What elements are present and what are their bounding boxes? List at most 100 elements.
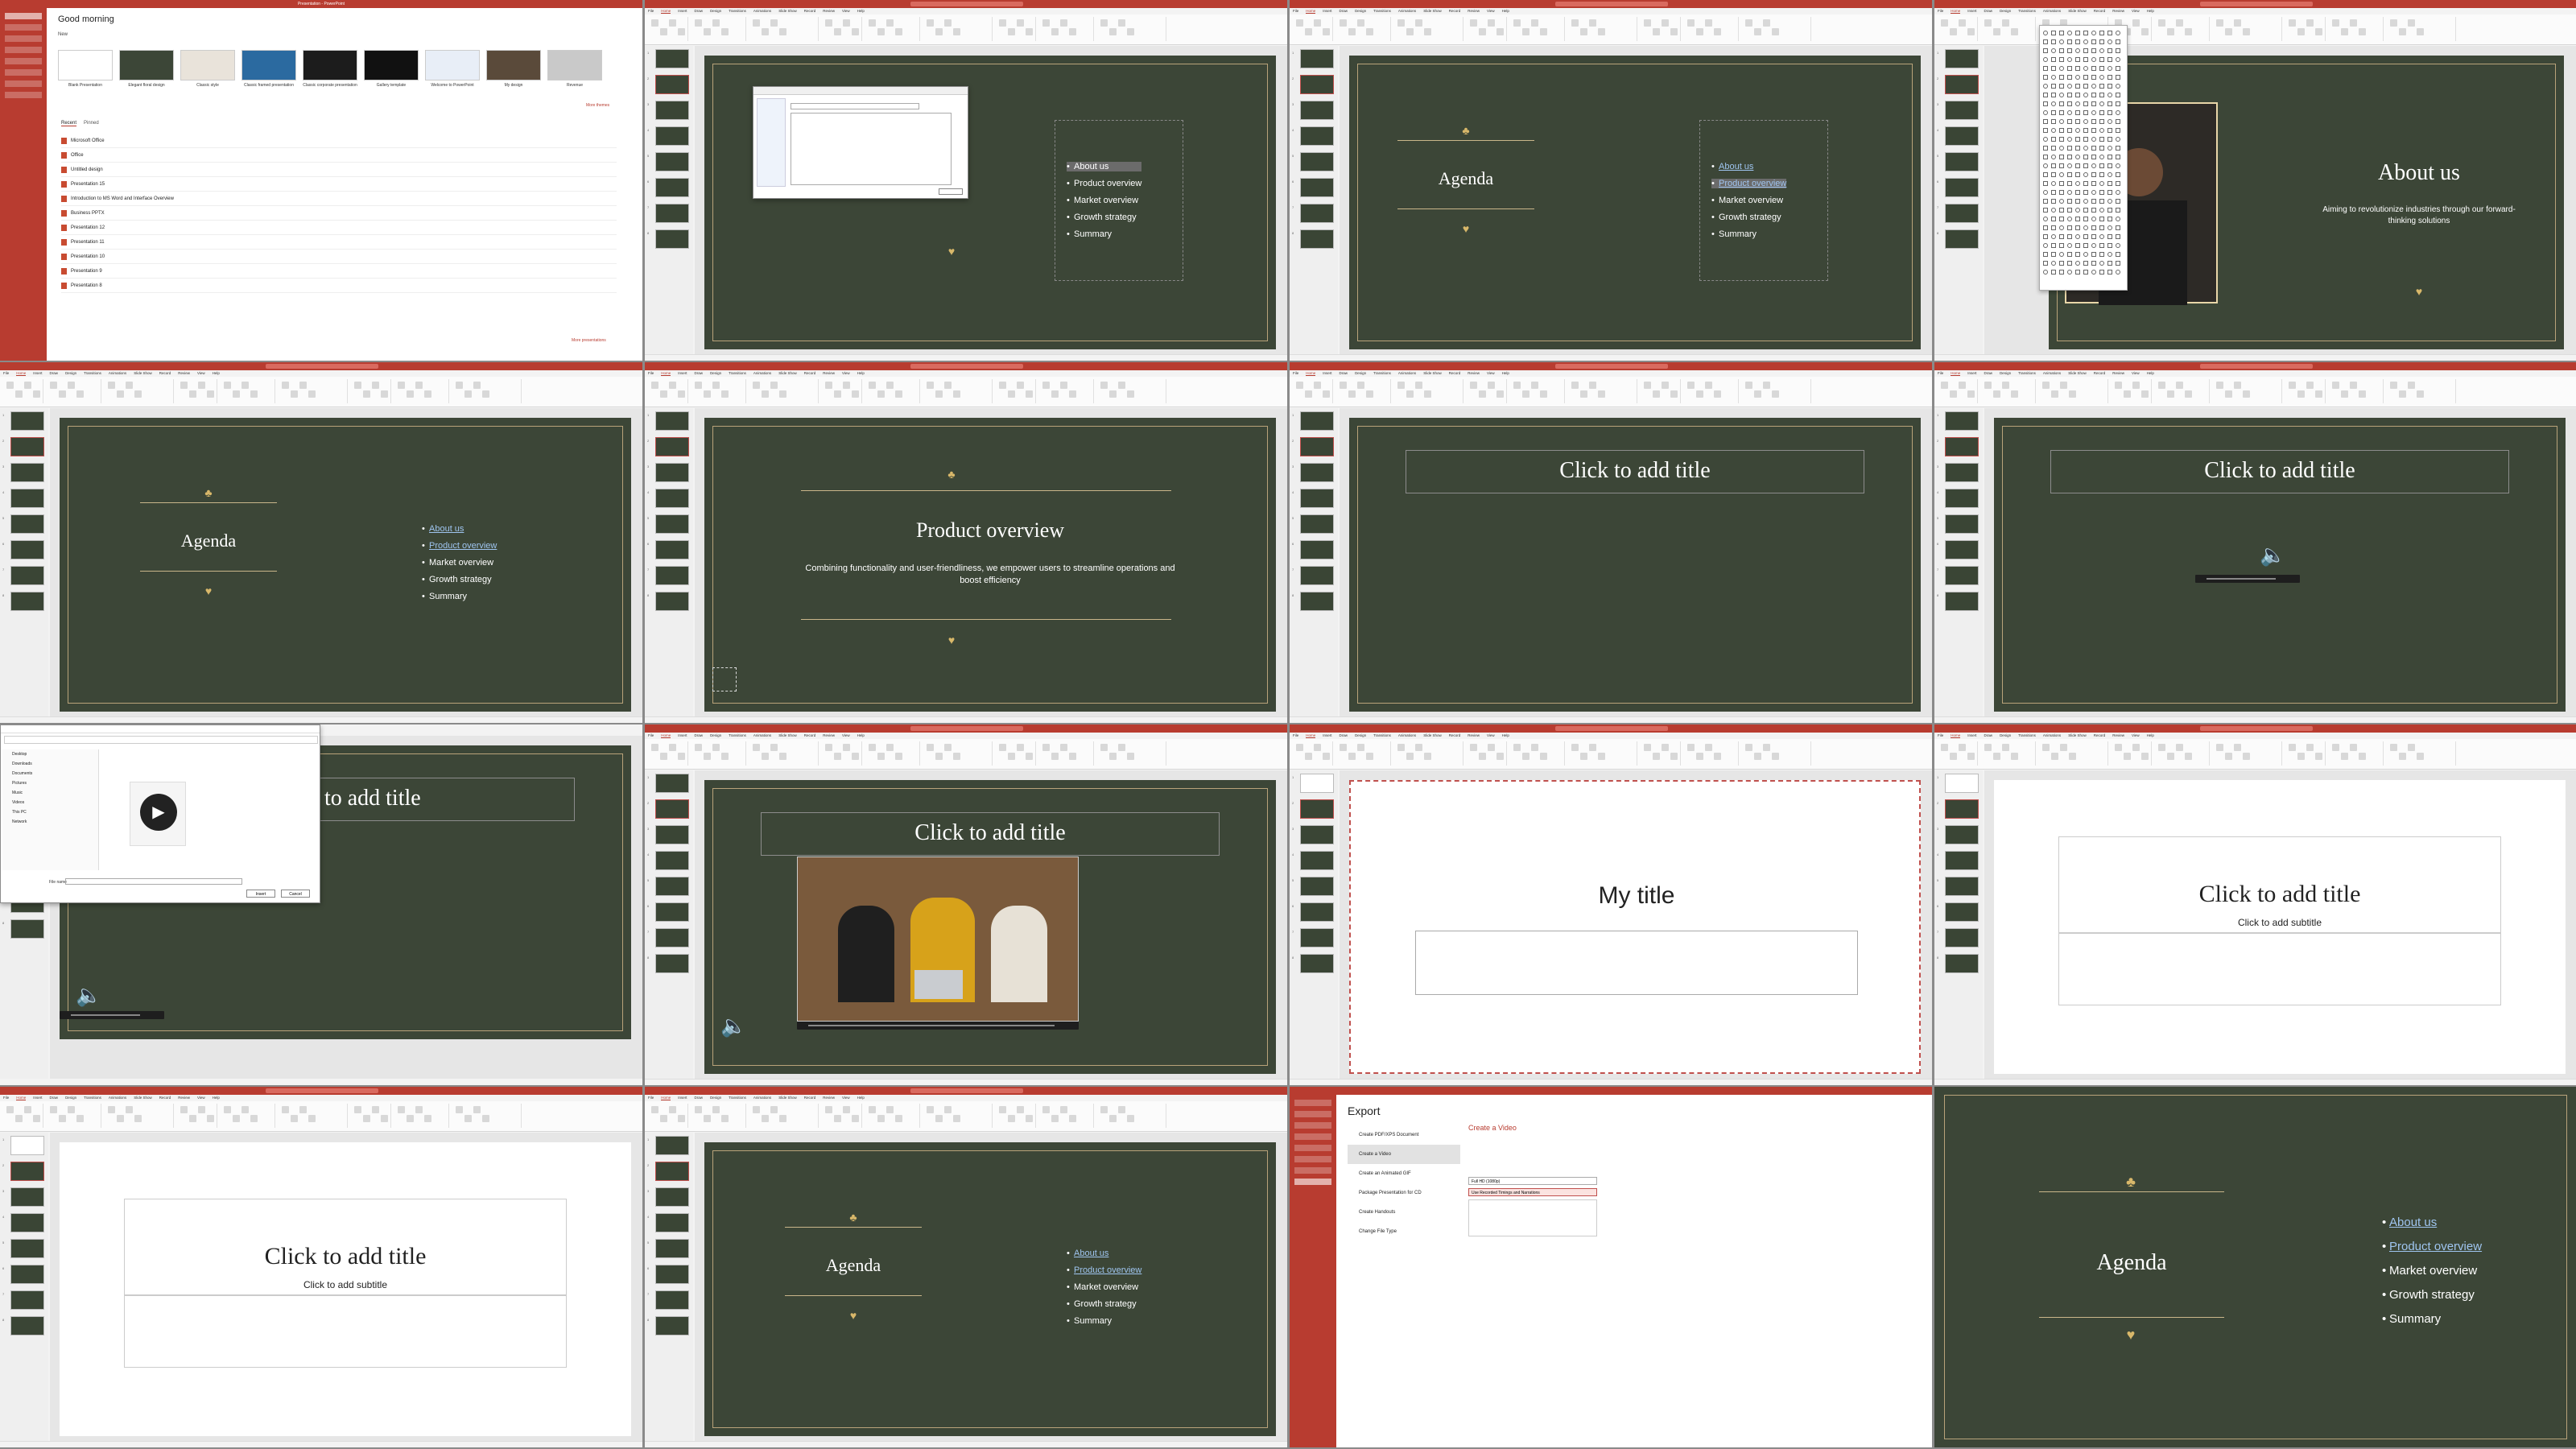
ribbon-button[interactable]: [1540, 28, 1547, 35]
ribbon-tab-file[interactable]: File: [648, 733, 654, 737]
ribbon-button[interactable]: [779, 753, 786, 760]
ribbon-tab-design[interactable]: Design: [710, 1096, 721, 1100]
ribbon-button[interactable]: [126, 382, 133, 389]
agenda-item[interactable]: Product overview: [1067, 1265, 1141, 1275]
ribbon-button[interactable]: [2234, 382, 2241, 389]
ribbon-tab-review[interactable]: Review: [178, 1096, 190, 1100]
shape-option[interactable]: [2083, 208, 2088, 213]
speaker-icon[interactable]: 🔈: [2260, 543, 2285, 568]
ribbon-tab-transitions[interactable]: Transitions: [2018, 371, 2036, 375]
ribbon-button[interactable]: [2234, 744, 2241, 751]
ribbon-tab-transitions[interactable]: Transitions: [1373, 371, 1391, 375]
shape-option[interactable]: [2075, 172, 2080, 177]
slide-thumbnail[interactable]: [10, 1213, 44, 1232]
shape-option[interactable]: [2107, 199, 2112, 204]
ribbon-button[interactable]: [1340, 744, 1347, 751]
ribbon-button[interactable]: [2417, 753, 2424, 760]
media-controls[interactable]: [60, 1011, 164, 1019]
shape-option[interactable]: [2116, 128, 2120, 133]
ribbon-button[interactable]: [224, 1106, 231, 1113]
timings-dropdown[interactable]: Use Recorded Timings and Narrations: [1468, 1188, 1597, 1196]
shape-option[interactable]: [2059, 243, 2064, 248]
ribbon-button[interactable]: [1522, 753, 1530, 760]
ribbon-button[interactable]: [712, 744, 720, 751]
shape-option[interactable]: [2107, 101, 2112, 106]
ribbon-button[interactable]: [1100, 19, 1108, 27]
ribbon-tab-design[interactable]: Design: [65, 1096, 76, 1100]
shape-option[interactable]: [2051, 208, 2056, 213]
sidebar-item-print[interactable]: [5, 69, 42, 76]
ribbon-button[interactable]: [695, 382, 702, 389]
slide-thumbnail[interactable]: [655, 489, 689, 508]
ribbon-tab-animations[interactable]: Animations: [1398, 9, 1416, 13]
ribbon-button[interactable]: [1993, 28, 2000, 35]
shape-option[interactable]: [2043, 243, 2048, 248]
shape-option[interactable]: [2107, 119, 2112, 124]
shape-option[interactable]: [2075, 119, 2080, 124]
ribbon-button[interactable]: [1745, 382, 1752, 389]
slide-thumbnail[interactable]: [655, 592, 689, 611]
ribbon-button[interactable]: [372, 1106, 379, 1113]
ribbon-button[interactable]: [1026, 28, 1033, 35]
ribbon-button[interactable]: [651, 382, 658, 389]
shape-option[interactable]: [2075, 31, 2080, 35]
recent-file-row[interactable]: Presentation 8: [61, 279, 617, 293]
agenda-item[interactable]: Market overview: [422, 558, 497, 568]
shape-option[interactable]: [2116, 234, 2120, 239]
shape-option[interactable]: [2059, 75, 2064, 80]
ribbon-button[interactable]: [2132, 382, 2140, 389]
ribbon-tab-help[interactable]: Help: [1502, 371, 1509, 375]
ribbon-button[interactable]: [2408, 744, 2415, 751]
search-box[interactable]: [910, 726, 1023, 731]
folder-item[interactable]: Music: [2, 788, 98, 798]
ribbon-button[interactable]: [2297, 390, 2305, 398]
ribbon-button[interactable]: [2332, 744, 2339, 751]
shape-option[interactable]: [2116, 190, 2120, 195]
ribbon-button[interactable]: [1696, 28, 1703, 35]
ribbon-button[interactable]: [770, 382, 778, 389]
shape-option[interactable]: [2107, 75, 2112, 80]
ribbon-button[interactable]: [2289, 19, 2296, 27]
shape-option[interactable]: [2067, 39, 2072, 44]
slide-thumbnail[interactable]: [655, 126, 689, 146]
ribbon-tab-file[interactable]: File: [1938, 371, 1943, 375]
shape-option[interactable]: [2067, 217, 2072, 221]
ribbon-tab-slide-show[interactable]: Slide Show: [1423, 371, 1442, 375]
slide-thumbnail[interactable]: [1300, 954, 1334, 973]
ribbon-button[interactable]: [1644, 744, 1651, 751]
ribbon-button[interactable]: [953, 390, 960, 398]
template-tile[interactable]: Elegant floral design: [119, 50, 174, 95]
ribbon-button[interactable]: [50, 1106, 57, 1113]
ribbon-button[interactable]: [1118, 744, 1125, 751]
ribbon-button[interactable]: [1424, 390, 1431, 398]
ribbon-button[interactable]: [2167, 390, 2174, 398]
ribbon-button[interactable]: [825, 382, 832, 389]
sidebar-item-info[interactable]: [1294, 1133, 1331, 1140]
sidebar-item-share[interactable]: [1294, 1167, 1331, 1174]
sidebar-item-export[interactable]: [1294, 1179, 1331, 1185]
ribbon-button[interactable]: [1653, 28, 1660, 35]
slide-thumbnail[interactable]: [1300, 902, 1334, 922]
ribbon-tab-transitions[interactable]: Transitions: [729, 371, 746, 375]
ribbon-button[interactable]: [1967, 28, 1975, 35]
shape-option[interactable]: [2067, 110, 2072, 115]
ribbon-button[interactable]: [180, 382, 188, 389]
ribbon-tab-design[interactable]: Design: [2000, 9, 2011, 13]
ribbon-tab-animations[interactable]: Animations: [109, 1096, 126, 1100]
ribbon-button[interactable]: [770, 19, 778, 27]
shape-option[interactable]: [2067, 181, 2072, 186]
ribbon-button[interactable]: [678, 753, 685, 760]
shape-option[interactable]: [2043, 181, 2048, 186]
ribbon-button[interactable]: [852, 28, 859, 35]
shape-option[interactable]: [2059, 217, 2064, 221]
shape-option[interactable]: [2083, 84, 2088, 89]
ribbon-button[interactable]: [852, 753, 859, 760]
shape-option[interactable]: [2051, 48, 2056, 53]
ribbon-tab-file[interactable]: File: [3, 371, 9, 375]
slide-thumbnail[interactable]: [1300, 178, 1334, 197]
ribbon-button[interactable]: [1522, 390, 1530, 398]
shape-option[interactable]: [2091, 75, 2096, 80]
shape-option[interactable]: [2075, 66, 2080, 71]
shape-option[interactable]: [2075, 261, 2080, 266]
ribbon-button[interactable]: [695, 744, 702, 751]
